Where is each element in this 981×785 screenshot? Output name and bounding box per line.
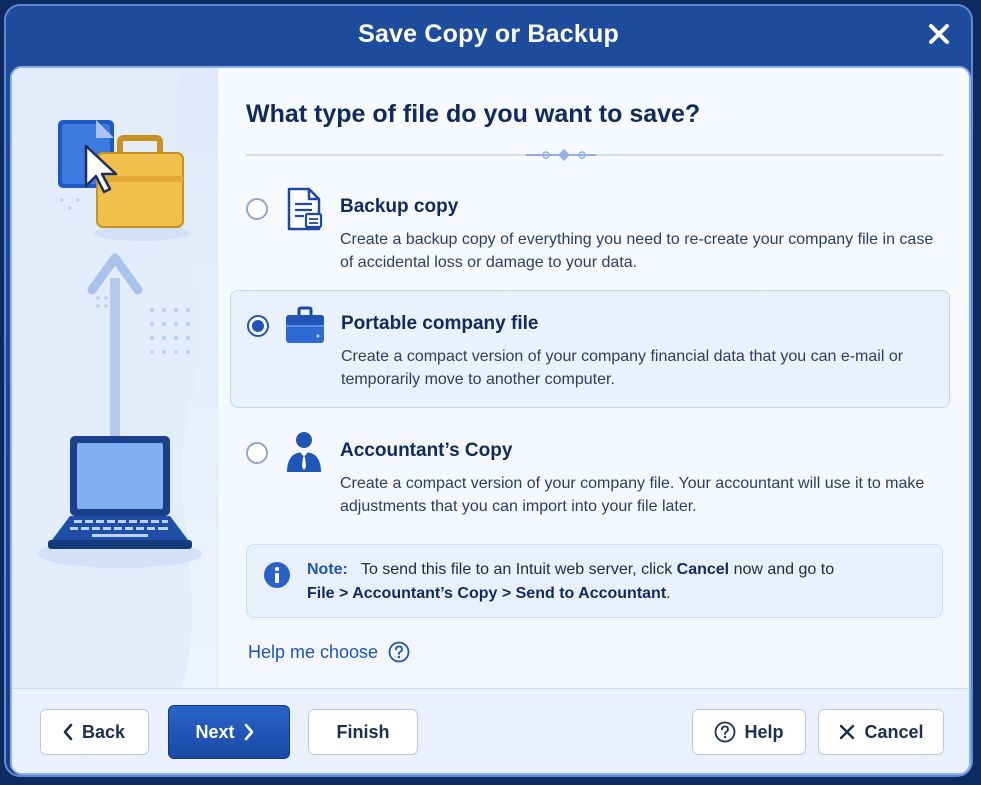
help-link-label: Help me choose — [248, 641, 379, 662]
button-bar: Back Next Finish Help Cancel — [12, 688, 969, 773]
save-copy-dialog: Save Copy or Backup What type of file do… — [4, 4, 973, 777]
dialog-body: What type of file do you want to save? B… — [10, 66, 971, 775]
option-title: Accountant’s Copy — [340, 440, 513, 461]
document-icon — [287, 187, 323, 231]
help-button[interactable]: Help — [692, 709, 806, 755]
option-title: Backup copy — [340, 196, 459, 217]
help-me-choose-link[interactable]: Help me choose — [248, 641, 410, 663]
option-portable-company-file[interactable]: Portable company file Create a compact v… — [230, 290, 950, 408]
help-label: Help — [744, 721, 784, 742]
note-text-part2: now and go to — [733, 561, 835, 578]
option-title: Portable company file — [341, 313, 539, 334]
chevron-right-icon — [244, 723, 253, 741]
option-backup-copy[interactable]: Backup copy Create a backup copy of ever… — [230, 174, 948, 290]
illustration-panel — [12, 68, 218, 688]
heading-divider — [246, 149, 943, 161]
note-box: Note: To send this file to an Intuit web… — [246, 544, 943, 618]
note-label: Note: — [307, 561, 348, 578]
note-menu-path: File > Accountant’s Copy > Send to Accou… — [307, 585, 667, 602]
info-icon — [264, 562, 290, 588]
option-description: Create a backup copy of everything you n… — [340, 231, 934, 271]
portable-company-file-radio[interactable] — [247, 315, 269, 337]
option-description: Create a compact version of your company… — [341, 348, 904, 388]
question-circle-icon — [715, 721, 736, 743]
question-circle-icon — [388, 641, 410, 663]
accountant-icon — [287, 432, 321, 472]
chevron-left-icon — [63, 723, 73, 741]
cancel-button[interactable]: Cancel — [818, 709, 944, 755]
close-icon — [929, 24, 949, 44]
next-label: Next — [195, 721, 235, 742]
cancel-label: Cancel — [864, 721, 924, 742]
dialog-title: Save Copy or Backup — [358, 19, 619, 48]
content-area: What type of file do you want to save? B… — [230, 68, 952, 688]
next-button[interactable]: Next — [168, 705, 290, 759]
x-icon — [840, 724, 855, 740]
back-label: Back — [81, 721, 126, 742]
note-period: . — [666, 585, 671, 602]
finish-button[interactable]: Finish — [308, 709, 418, 755]
option-description: Create a compact version of your company… — [340, 475, 925, 515]
title-bar: Save Copy or Backup — [4, 4, 973, 64]
option-accountants-copy[interactable]: Accountant’s Copy Create a compact versi… — [230, 418, 948, 534]
finish-label: Finish — [336, 721, 390, 742]
backup-copy-radio[interactable] — [246, 198, 268, 220]
back-button[interactable]: Back — [40, 709, 149, 755]
note-text-part1: To send this file to an Intuit web serve… — [360, 561, 673, 578]
page-title: What type of file do you want to save? — [246, 100, 701, 128]
close-button[interactable] — [923, 18, 955, 50]
note-cancel-word: Cancel — [676, 561, 730, 578]
accountants-copy-radio[interactable] — [246, 442, 268, 464]
note-text: Note: To send this file to an Intuit web… — [307, 558, 927, 606]
briefcase-icon — [286, 306, 324, 343]
